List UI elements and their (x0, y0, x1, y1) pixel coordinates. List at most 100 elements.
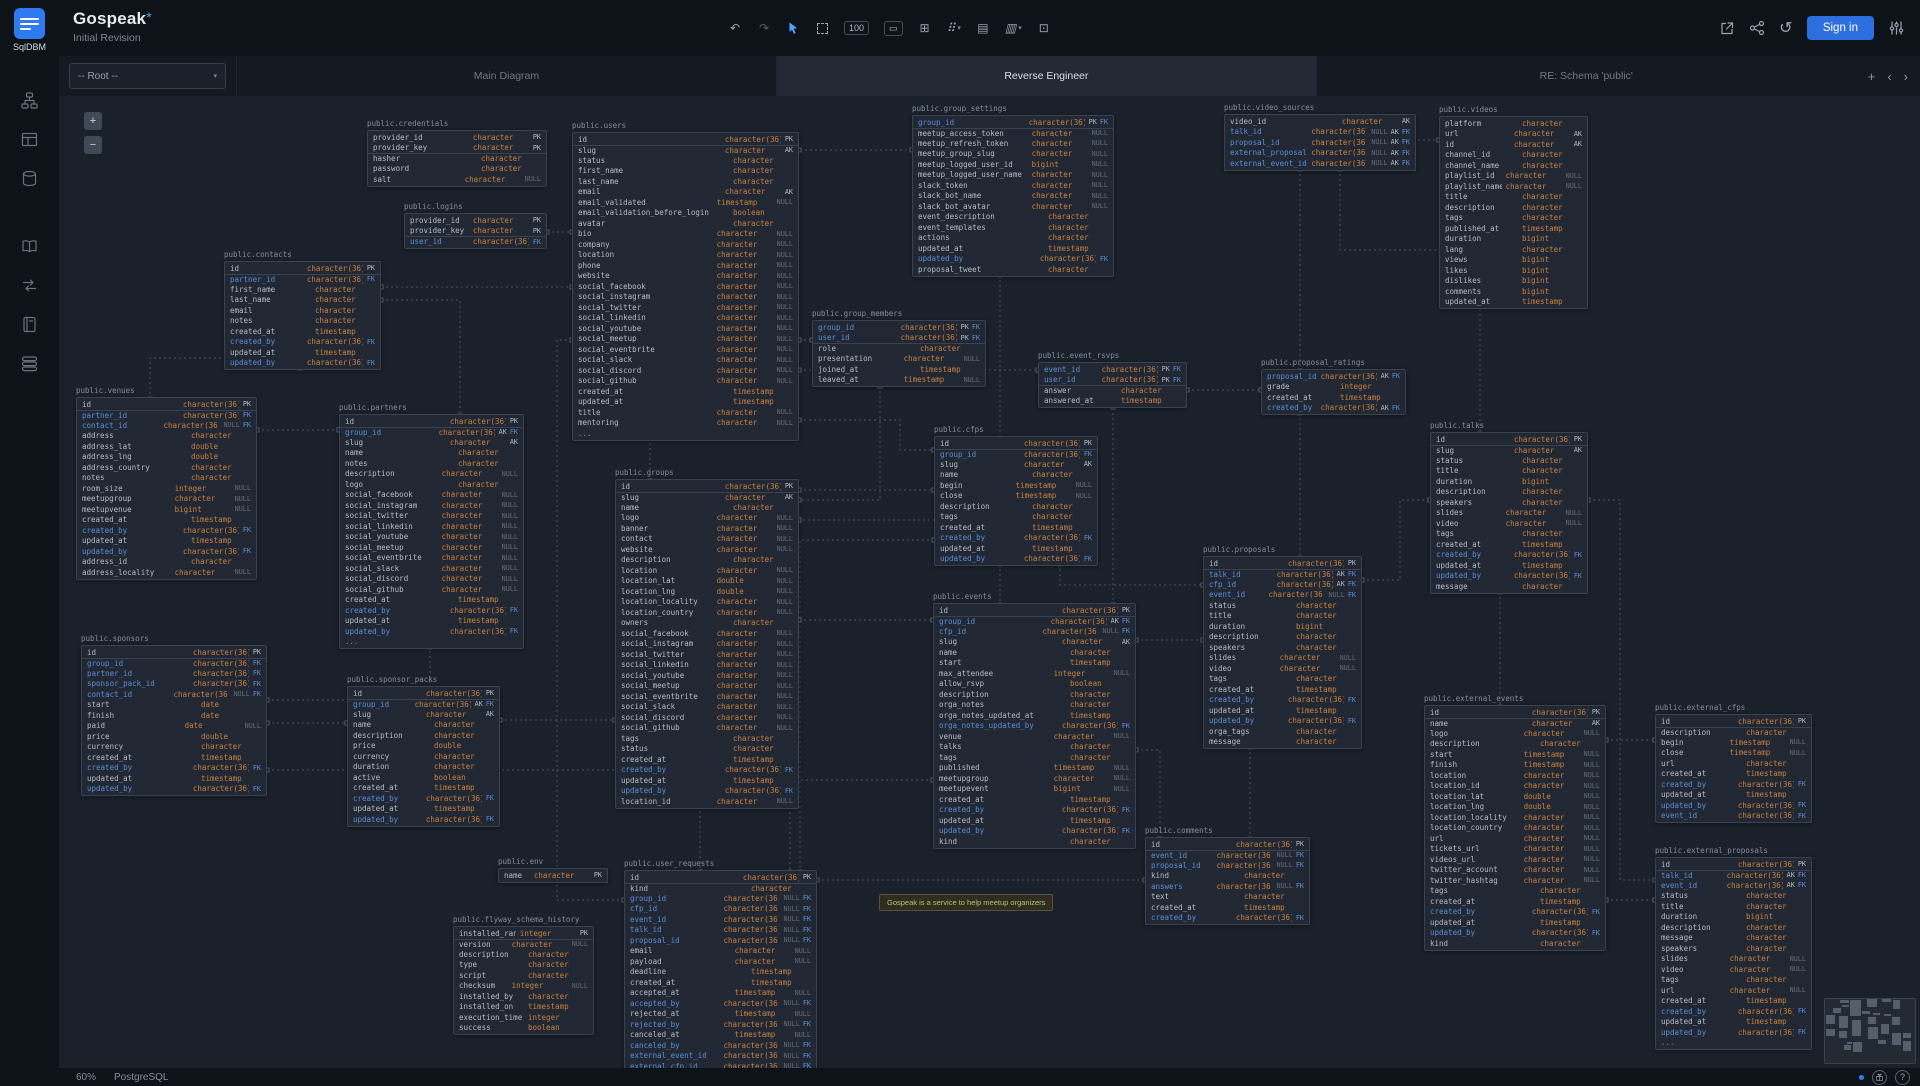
scope-select[interactable]: -- Root -- ▾ (69, 63, 226, 89)
whats-new-icon[interactable] (1872, 1070, 1887, 1085)
column-updated_by[interactable]: updated_bycharacter(36)FK (1656, 800, 1811, 811)
column-social_eventbrite[interactable]: social_eventbritecharacterNULL (573, 344, 798, 355)
column-sponsor_pack_id[interactable]: sponsor_pack_idcharacter(36)FK (82, 679, 266, 690)
column-updated_by[interactable]: updated_bycharacter(36)FK (1431, 571, 1587, 582)
column-twitter_account[interactable]: twitter_accountcharacterNULL (1425, 865, 1605, 876)
table-name[interactable]: public.users (572, 121, 799, 130)
column-more[interactable]: ... (573, 428, 798, 439)
column-close[interactable]: closetimestampNULL (1656, 748, 1811, 759)
table-name[interactable]: public.contacts (224, 250, 381, 259)
table-venues[interactable]: public.venuesidcharacter(36)PKpartner_id… (76, 386, 257, 580)
column-website[interactable]: websitecharacterNULL (573, 271, 798, 282)
column-external_event_id[interactable]: external_event_idcharacter(36)NULLFK (625, 1051, 816, 1062)
column-created_by[interactable]: created_bycharacter(36)FK (1431, 550, 1587, 561)
column-group_id[interactable]: group_idcharacter(36)PKFK (913, 117, 1113, 128)
table-name[interactable]: public.videos (1439, 105, 1588, 114)
column-social_slack[interactable]: social_slackcharacterNULL (616, 702, 798, 713)
column-answers[interactable]: answerscharacter(36)NULLFK (1146, 881, 1309, 892)
column-created_by[interactable]: created_bycharacter(36)FK (340, 605, 523, 616)
column-updated_by[interactable]: updated_bycharacter(36)FK (77, 546, 256, 557)
column-meetup_refresh_token[interactable]: meetup_refresh_tokencharacterNULL (913, 138, 1113, 149)
column-company[interactable]: companycharacterNULL (573, 239, 798, 250)
column-speakers[interactable]: speakerscharacter (1204, 642, 1361, 653)
column-updated_by[interactable]: updated_bycharacter(36)FK (935, 554, 1097, 565)
column-orga_notes_updated_by[interactable]: orga_notes_updated_bycharacter(36)FK (934, 721, 1135, 732)
column-name[interactable]: namecharacter (616, 502, 798, 513)
table-group_settings[interactable]: public.group_settingsgroup_idcharacter(3… (912, 104, 1114, 277)
column-playlist_id[interactable]: playlist_idcharacterNULL (1440, 171, 1587, 182)
column-phone[interactable]: phonecharacterNULL (573, 260, 798, 271)
column-provider_key[interactable]: provider_keycharacterPK (368, 143, 546, 154)
column-updated_by[interactable]: updated_bycharacter(36)FK (340, 626, 523, 637)
column-social_instagram[interactable]: social_instagramcharacterNULL (573, 292, 798, 303)
zoom-in-button[interactable]: + (84, 112, 102, 130)
table-sponsor_packs[interactable]: public.sponsor_packsidcharacter(36)PKgro… (347, 675, 500, 827)
column-event_id[interactable]: event_idcharacter(36)PKFK (1039, 364, 1186, 375)
column-slug[interactable]: slugcharacterAK (348, 709, 499, 720)
table-proposals[interactable]: public.proposalsidcharacter(36)PKtalk_id… (1203, 545, 1362, 749)
column-description[interactable]: descriptioncharacter (348, 730, 499, 741)
table-event_rsvps[interactable]: public.event_rsvpsevent_idcharacter(36)P… (1038, 351, 1187, 408)
column-email[interactable]: emailcharacterNULL (625, 946, 816, 957)
column-address_lat[interactable]: address_latdouble (77, 441, 256, 452)
column-meetup_logged_user_id[interactable]: meetup_logged_user_idbigintNULL (913, 159, 1113, 170)
column-last_name[interactable]: last_namecharacter (573, 176, 798, 187)
column-user_id[interactable]: user_idcharacter(36)PKFK (813, 333, 985, 344)
column-provider_id[interactable]: provider_idcharacterPK (368, 132, 546, 143)
column-social_meetup[interactable]: social_meetupcharacterNULL (340, 542, 523, 553)
column-social_instagram[interactable]: social_instagramcharacterNULL (616, 639, 798, 650)
table-groups[interactable]: public.groupsidcharacter(36)PKslugcharac… (615, 468, 799, 809)
compare-revisions-icon[interactable] (21, 277, 38, 294)
column-social_linkedin[interactable]: social_linkedincharacterNULL (340, 521, 523, 532)
column-description[interactable]: descriptioncharacter (454, 949, 593, 960)
column-tickets_url[interactable]: tickets_urlcharacterNULL (1425, 844, 1605, 855)
column-updated_at[interactable]: updated_attimestamp (1425, 917, 1605, 928)
zoom-out-button[interactable]: − (84, 136, 102, 154)
column-contact_id[interactable]: contact_idcharacter(36)NULLFK (82, 689, 266, 700)
column-name[interactable]: namecharacter (348, 720, 499, 731)
column-video_id[interactable]: video_idcharacterAK (1225, 116, 1415, 127)
column-duration[interactable]: durationbigint (1656, 912, 1811, 923)
column-url[interactable]: urlcharacterAK (1440, 129, 1587, 140)
column-venue[interactable]: venuecharacterNULL (934, 731, 1135, 742)
column-updated_at[interactable]: updated_attimestamp (934, 815, 1135, 826)
column-event_id[interactable]: event_idcharacter(36)NULLFK (1146, 850, 1309, 861)
diagram-note[interactable]: Gospeak is a service to help meetup orga… (879, 894, 1053, 911)
table-name[interactable]: public.groups (615, 468, 799, 477)
column-message[interactable]: messagecharacter (1204, 737, 1361, 748)
column-social_discord[interactable]: social_discordcharacterNULL (573, 365, 798, 376)
column-address_country[interactable]: address_countrycharacter (77, 462, 256, 473)
column-duration[interactable]: durationcharacter (348, 762, 499, 773)
table-logins[interactable]: public.loginsprovider_idcharacterPKprovi… (404, 202, 547, 249)
column-url[interactable]: urlcharacterNULL (1656, 985, 1811, 996)
column-updated_at[interactable]: updated_attimestamp (1656, 1017, 1811, 1028)
column-id[interactable]: idcharacter(36)PK (348, 688, 499, 699)
column-description[interactable]: descriptioncharacterNULL (340, 469, 523, 480)
column-description[interactable]: descriptioncharacter (1440, 202, 1587, 213)
column-id[interactable]: idcharacterAK (1440, 139, 1587, 150)
column-created_at[interactable]: created_attimestamp (225, 326, 380, 337)
column-created_by[interactable]: created_bycharacter(36)FK (616, 765, 798, 776)
table-name[interactable]: public.cfps (934, 425, 1098, 434)
sqldbm-logo-icon[interactable] (14, 8, 45, 39)
column-avatar[interactable]: avatarcharacter (573, 218, 798, 229)
column-success[interactable]: successboolean (454, 1023, 593, 1034)
column-social_youtube[interactable]: social_youtubecharacterNULL (340, 532, 523, 543)
column-slack_token[interactable]: slack_tokencharacterNULL (913, 180, 1113, 191)
column-updated_at[interactable]: updated_attimestamp (913, 243, 1113, 254)
column-created_by[interactable]: created_bycharacter(36)FK (935, 533, 1097, 544)
column-website[interactable]: websitecharacterNULL (616, 544, 798, 555)
column-provider_id[interactable]: provider_idcharacterPK (405, 215, 546, 226)
column-tags[interactable]: tagscharacter (1431, 529, 1587, 540)
add-diagram-icon[interactable]: + (1868, 69, 1876, 84)
column-event_description[interactable]: event_descriptioncharacter (913, 212, 1113, 223)
column-group_id[interactable]: group_idcharacter(36)AKFK (348, 699, 499, 710)
column-kind[interactable]: kindcharacter (625, 883, 816, 894)
column-external_proposal_id[interactable]: external_proposal_idcharacter(36)NULLAKF… (1225, 148, 1415, 159)
column-finish[interactable]: finishtimestampNULL (1425, 760, 1605, 771)
column-description[interactable]: descriptioncharacter (1656, 727, 1811, 738)
column-status[interactable]: statuscharacter (616, 744, 798, 755)
column-description[interactable]: descriptioncharacter (1425, 739, 1605, 750)
column-message[interactable]: messagecharacter (1431, 581, 1587, 592)
table-name[interactable]: public.events (933, 592, 1136, 601)
